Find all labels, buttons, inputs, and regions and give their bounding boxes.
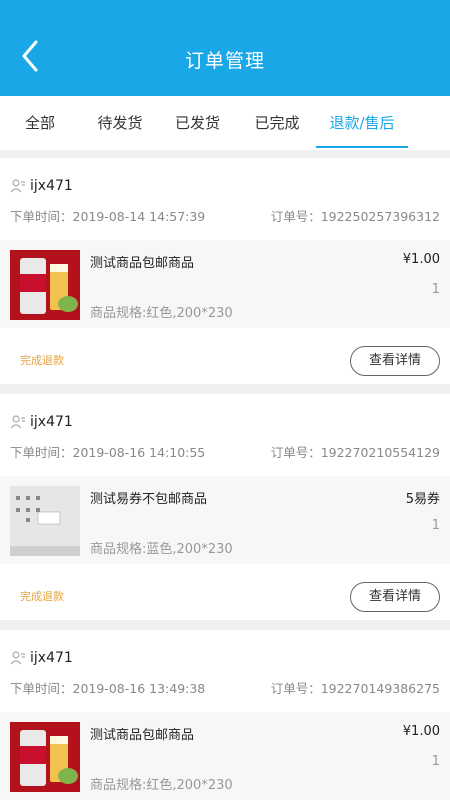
user-icon — [10, 650, 26, 666]
order-time: 下单时间：2019-08-14 14:57:39 — [10, 209, 206, 224]
status-badge: 完成退款 — [20, 590, 64, 603]
tab-shipped[interactable]: 已发货 — [165, 96, 230, 150]
view-details-button[interactable]: 查看详情 — [350, 582, 440, 612]
status-badge: 完成退款 — [20, 354, 64, 367]
user-icon — [10, 178, 26, 194]
order-time: 下单时间：2019-08-16 13:49:38 — [10, 681, 206, 696]
user-icon — [10, 414, 26, 430]
product-row[interactable]: 测试商品包邮商品 ¥1.00 1 商品规格:红色,200*230 — [0, 240, 450, 328]
product-price: ¥1.00 — [402, 724, 440, 739]
view-details-button[interactable]: 查看详情 — [350, 346, 440, 376]
order-number: 订单号：192270149386275 — [270, 681, 440, 696]
product-name: 测试易券不包邮商品 — [90, 492, 208, 507]
app-header: 订单管理 — [0, 0, 450, 96]
product-price: 5易券 — [405, 492, 440, 507]
desktop-screenshot-image — [10, 486, 80, 556]
product-name: 测试商品包邮商品 — [90, 728, 195, 743]
tab-completed[interactable]: 已完成 — [243, 96, 311, 150]
product-quantity: 1 — [431, 518, 440, 533]
tab-refund-aftersale[interactable]: 退款/售后 — [316, 96, 408, 150]
user-name: ijx471 — [30, 650, 73, 666]
order-number: 订单号：192270210554129 — [270, 445, 440, 460]
product-name: 测试商品包邮商品 — [90, 256, 195, 271]
product-row[interactable]: 测试易券不包邮商品 5易券 1 商品规格:蓝色,200*230 — [0, 476, 450, 564]
order-time: 下单时间：2019-08-16 14:10:55 — [10, 445, 206, 460]
order-card: ijx471 下单时间：2019-08-16 13:49:38 订单号：1922… — [0, 630, 450, 800]
order-card: ijx471 下单时间：2019-08-14 14:57:39 订单号：1922… — [0, 158, 450, 384]
order-number: 订单号：192250257396312 — [270, 209, 440, 224]
product-spec: 商品规格:红色,200*230 — [90, 778, 233, 793]
user-name: ijx471 — [30, 178, 73, 194]
order-card: ijx471 下单时间：2019-08-16 14:10:55 订单号：1922… — [0, 394, 450, 620]
user-name: ijx471 — [30, 414, 73, 430]
tab-pending-shipment[interactable]: 待发货 — [85, 96, 155, 150]
product-row[interactable]: 测试商品包邮商品 ¥1.00 1 商品规格:红色,200*230 — [0, 712, 450, 800]
product-quantity: 1 — [431, 754, 440, 769]
beer-can-image — [10, 722, 80, 792]
product-quantity: 1 — [431, 282, 440, 297]
product-spec: 商品规格:蓝色,200*230 — [90, 542, 233, 557]
product-price: ¥1.00 — [402, 252, 440, 267]
tab-all[interactable]: 全部 — [10, 96, 70, 150]
tab-bar: 全部 待发货 已发货 已完成 退款/售后 — [0, 96, 450, 150]
beer-can-image — [10, 250, 80, 320]
page-title: 订单管理 — [184, 50, 265, 72]
product-spec: 商品规格:红色,200*230 — [90, 306, 233, 321]
